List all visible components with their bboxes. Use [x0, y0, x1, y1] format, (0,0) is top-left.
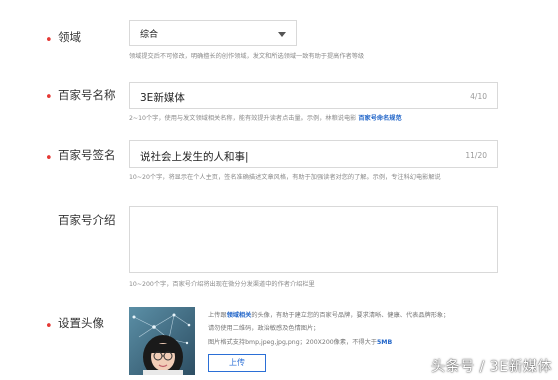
- name-hint-text: 2~10个字，使用与发文领域相关名称，能有效提升读者点击量。示例，林粮说电影: [129, 115, 357, 122]
- avatar-photo: [129, 307, 195, 375]
- intro-label: 百家号介绍: [58, 213, 116, 227]
- required-marker: •: [45, 90, 53, 105]
- domain-selected-value: 综合: [140, 30, 159, 40]
- name-input-value: 3E新媒体: [140, 92, 185, 104]
- upload-button[interactable]: 上传: [208, 354, 266, 372]
- signature-char-count: 11/20: [465, 151, 487, 160]
- required-marker: •: [45, 151, 53, 166]
- intro-hint: 10~200个字，百家号介绍将出现在微分分发渠道中的作者介绍栏里: [129, 281, 315, 288]
- domain-select[interactable]: 综合: [129, 20, 297, 46]
- domain-hint: 领域提交后不可修改，明确擅长的创作领域，发文和所选领域一致有助于提高作者等级: [129, 53, 365, 60]
- signature-label: 百家号签名: [58, 148, 116, 162]
- signature-input-value: 说社会上发生的人和事|: [140, 151, 249, 163]
- avatar-guideline-1: 上传跟领域相关的头像，有助于建立您的百家号品牌，要求清晰、健康、代表品牌形象；: [208, 310, 449, 319]
- intro-textarea[interactable]: [129, 206, 498, 273]
- name-input[interactable]: 3E新媒体 4/10: [129, 82, 498, 109]
- name-label: 百家号名称: [58, 88, 116, 102]
- required-marker: •: [45, 319, 53, 334]
- watermark: 头条号 / 3E新媒体: [431, 359, 552, 375]
- signature-hint: 10~20个字，将显示在个人主页，签名准确描述文章风格，有助于加强读者对您的了解…: [129, 174, 441, 181]
- avatar-preview-image: [129, 307, 195, 375]
- name-hint: 2~10个字，使用与发文领域相关名称，能有效提升读者点击量。示例，林粮说电影 百…: [129, 113, 402, 122]
- domain-label: 领域: [58, 30, 81, 44]
- avatar-guideline-1-pre: 上传跟: [208, 312, 227, 319]
- avatar-guideline-1-highlight: 领域相关: [226, 312, 252, 319]
- avatar-label: 设置头像: [58, 316, 104, 330]
- naming-rules-link[interactable]: 百家号命名规范: [358, 115, 401, 122]
- avatar-guideline-3: 图片格式支持bmp,jpeg,jpg,png；200X200像素，不得大于5MB: [208, 337, 392, 346]
- signature-input[interactable]: 说社会上发生的人和事| 11/20: [129, 140, 498, 168]
- avatar-guideline-1-post: 的头像，有助于建立您的百家号品牌，要求清晰、健康、代表品牌形象；: [251, 312, 450, 319]
- chevron-down-icon: [278, 32, 286, 37]
- avatar-size-limit: 5MB: [377, 339, 393, 346]
- required-marker: •: [45, 33, 53, 48]
- name-char-count: 4/10: [470, 92, 487, 101]
- avatar-guideline-2: 请勿使用二维码，政治敏感及色情图片；: [208, 325, 320, 332]
- avatar-guideline-3-pre: 图片格式支持bmp,jpeg,jpg,png；200X200像素，不得大于: [208, 339, 377, 346]
